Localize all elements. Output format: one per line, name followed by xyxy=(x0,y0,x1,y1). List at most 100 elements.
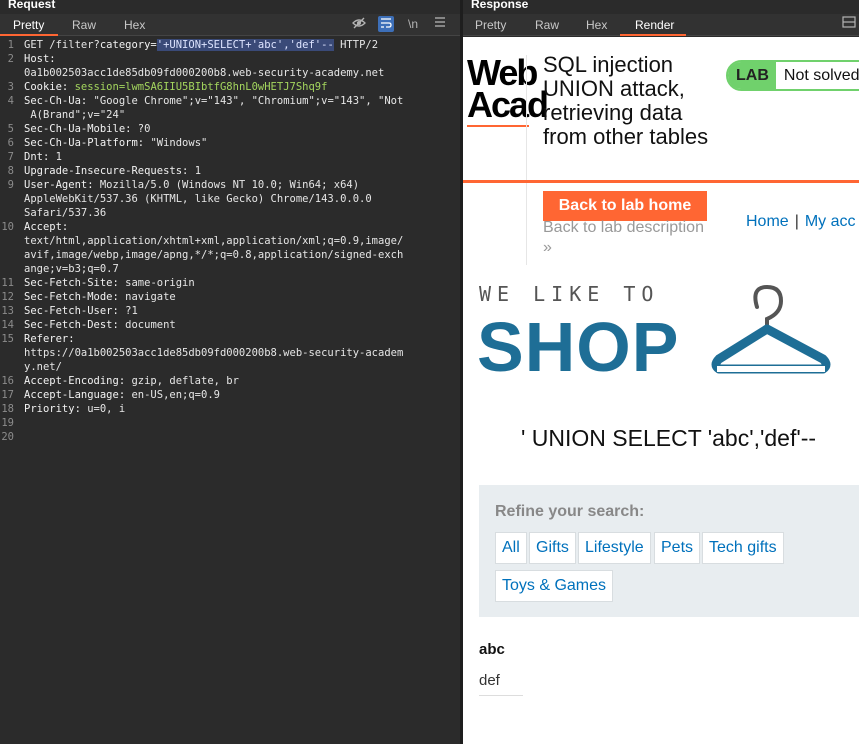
active-tab-indicator xyxy=(620,34,686,36)
search-term-heading: ' UNION SELECT 'abc','def'-- xyxy=(521,425,817,451)
line-number: 12 xyxy=(1,291,14,303)
tab-hex[interactable]: Hex xyxy=(586,18,607,32)
line-number: 6 xyxy=(7,137,14,149)
code-token: "Google Chrome";v="143", "Chromium";v="1… xyxy=(93,95,404,107)
code-line: 16 Accept-Encoding: gzip, deflate, br xyxy=(0,374,460,388)
back-to-lab-description-link[interactable]: Back to lab description xyxy=(543,219,704,237)
filter-toys-games[interactable]: Toys & Games xyxy=(495,570,614,602)
eye-off-icon[interactable] xyxy=(351,16,367,32)
code-line: 14 Sec-Fetch-Dest: document xyxy=(0,318,460,332)
line-number: 8 xyxy=(7,165,14,177)
code-token: 1 xyxy=(55,151,62,163)
nav-home-link[interactable]: Home xyxy=(746,213,789,230)
code-token: Priority: xyxy=(24,403,88,415)
tab-raw[interactable]: Raw xyxy=(72,18,96,32)
layout-icon[interactable] xyxy=(841,16,857,32)
code-token: y.net/ xyxy=(24,361,62,373)
filter-gifts[interactable]: Gifts xyxy=(529,532,576,564)
code-token: gzip, deflate, br xyxy=(131,375,239,387)
line-number: 2 xyxy=(7,53,14,65)
code-token: Accept-Language: xyxy=(24,389,132,401)
code-token: '+UNION+SELECT+'abc','def'-- xyxy=(156,39,334,51)
response-pane: Response Pretty Raw Hex Render Web Acad … xyxy=(463,0,859,744)
hanger-icon xyxy=(711,284,841,380)
code-token: u=0, i xyxy=(87,403,126,415)
code-line: 2 Host: xyxy=(0,52,460,66)
menu-icon[interactable] xyxy=(432,16,448,32)
code-token: 1 xyxy=(194,165,202,177)
code-line: 4 Sec-Ch-Ua: "Google Chrome";v="143", "Ch… xyxy=(0,94,460,108)
code-token: Host: xyxy=(24,53,56,65)
request-editor[interactable]: 1 GET /filter?category='+UNION+SELECT+'ab… xyxy=(0,38,460,444)
line-number: 19 xyxy=(1,417,14,429)
code-token: ?0 xyxy=(137,123,151,135)
logo-underline xyxy=(467,125,529,127)
code-line: text/html,application/xhtml+xml,applicat… xyxy=(0,234,460,248)
code-line: 7 Dnt: 1 xyxy=(0,150,460,164)
code-line: 1 GET /filter?category='+UNION+SELECT+'ab… xyxy=(0,38,460,52)
product-description: def xyxy=(479,672,500,689)
back-to-lab-home-button[interactable]: Back to lab home xyxy=(543,191,707,221)
tab-raw[interactable]: Raw xyxy=(535,18,559,32)
line-number: 5 xyxy=(7,123,14,135)
code-token: https://0a1b002503acc1de85db09fd000200b8… xyxy=(24,347,404,359)
filter-lifestyle[interactable]: Lifestyle xyxy=(578,532,651,564)
lab-status-badge: LAB Not solved xyxy=(726,60,859,91)
line-number: 16 xyxy=(1,375,14,387)
code-token: document xyxy=(125,319,176,331)
filter-pets[interactable]: Pets xyxy=(654,532,701,564)
request-tab-bar: Pretty Raw Hex \n xyxy=(0,14,460,36)
code-line: 0a1b002503acc1de85db09fd000200b8.web-sec… xyxy=(0,66,460,80)
code-line: 13 Sec-Fetch-User: ?1 xyxy=(0,304,460,318)
code-line: A(Brand";v="24" xyxy=(0,108,460,122)
code-token: ?1 xyxy=(125,305,138,317)
code-line: https://0a1b002503acc1de85db09fd000200b8… xyxy=(0,346,460,360)
wrap-icon[interactable] xyxy=(378,16,394,32)
nav-separator: | xyxy=(794,213,799,230)
code-line: 9 User-Agent: Mozilla/5.0 (Windows NT 10.… xyxy=(0,178,460,192)
chevron-right-icon: » xyxy=(543,239,552,256)
code-token: Sec-Fetch-Mode: xyxy=(24,291,126,303)
badge-lab: LAB xyxy=(728,62,776,89)
newline-icon[interactable]: \n xyxy=(405,16,421,32)
code-token: category= xyxy=(99,39,157,51)
nav-my-account-link[interactable]: My acc xyxy=(805,213,856,230)
tab-render[interactable]: Render xyxy=(635,18,674,32)
code-line: AppleWebKit/537.36 (KHTML, like Gecko) C… xyxy=(0,192,460,206)
academy-logo: Web Acad xyxy=(467,55,549,125)
request-title: Request xyxy=(8,0,56,11)
banner-tagline: WE LIKE TO xyxy=(479,282,660,306)
line-number: 1 xyxy=(7,39,14,51)
code-token: ange;v=b3;q=0.7 xyxy=(24,263,119,275)
code-line: 17 Accept-Language: en-US,en;q=0.9 xyxy=(0,388,460,402)
code-token: lwmSA6IIU5BIbtfG8hnL0wHETJ7Shq9f xyxy=(125,81,328,93)
code-token: User-Agent: xyxy=(24,179,100,191)
code-token: Sec-Fetch-Dest: xyxy=(24,319,126,331)
code-token: Sec-Ch-Ua-Mobile: xyxy=(24,123,138,135)
code-line: avif,image/webp,image/apng,*/*;q=0.8,app… xyxy=(0,248,460,262)
line-number: 18 xyxy=(1,403,14,415)
badge-status: Not solved xyxy=(775,62,859,89)
code-token: navigate xyxy=(125,291,176,303)
tab-pretty[interactable]: Pretty xyxy=(475,18,506,32)
response-title: Response xyxy=(471,0,529,11)
code-token: Sec-Fetch-Site: xyxy=(24,277,126,289)
code-token: Sec-Ch-Ua: xyxy=(24,95,94,107)
product-name: abc xyxy=(479,641,505,658)
code-line: 11 Sec-Fetch-Site: same-origin xyxy=(0,276,460,290)
line-number: 17 xyxy=(1,389,14,401)
tab-pretty[interactable]: Pretty xyxy=(13,18,44,32)
code-line: Safari/537.36 xyxy=(0,206,460,220)
filter-tech-gifts[interactable]: Tech gifts xyxy=(702,532,784,564)
tab-hex[interactable]: Hex xyxy=(124,18,145,32)
line-number: 11 xyxy=(1,277,14,289)
refine-label: Refine your search: xyxy=(495,503,645,520)
code-token: Dnt: xyxy=(24,151,56,163)
top-nav: Home | My acc xyxy=(746,213,856,231)
code-token: avif,image/webp,image/apng,*/*;q=0.8,app… xyxy=(24,249,404,261)
logo-line-2: Acad xyxy=(467,84,549,125)
code-token: Sec-Fetch-User: xyxy=(24,305,126,317)
code-token: A(Brand";v="24" xyxy=(24,109,126,121)
filter-all[interactable]: All xyxy=(495,532,527,564)
active-tab-indicator xyxy=(0,34,58,36)
